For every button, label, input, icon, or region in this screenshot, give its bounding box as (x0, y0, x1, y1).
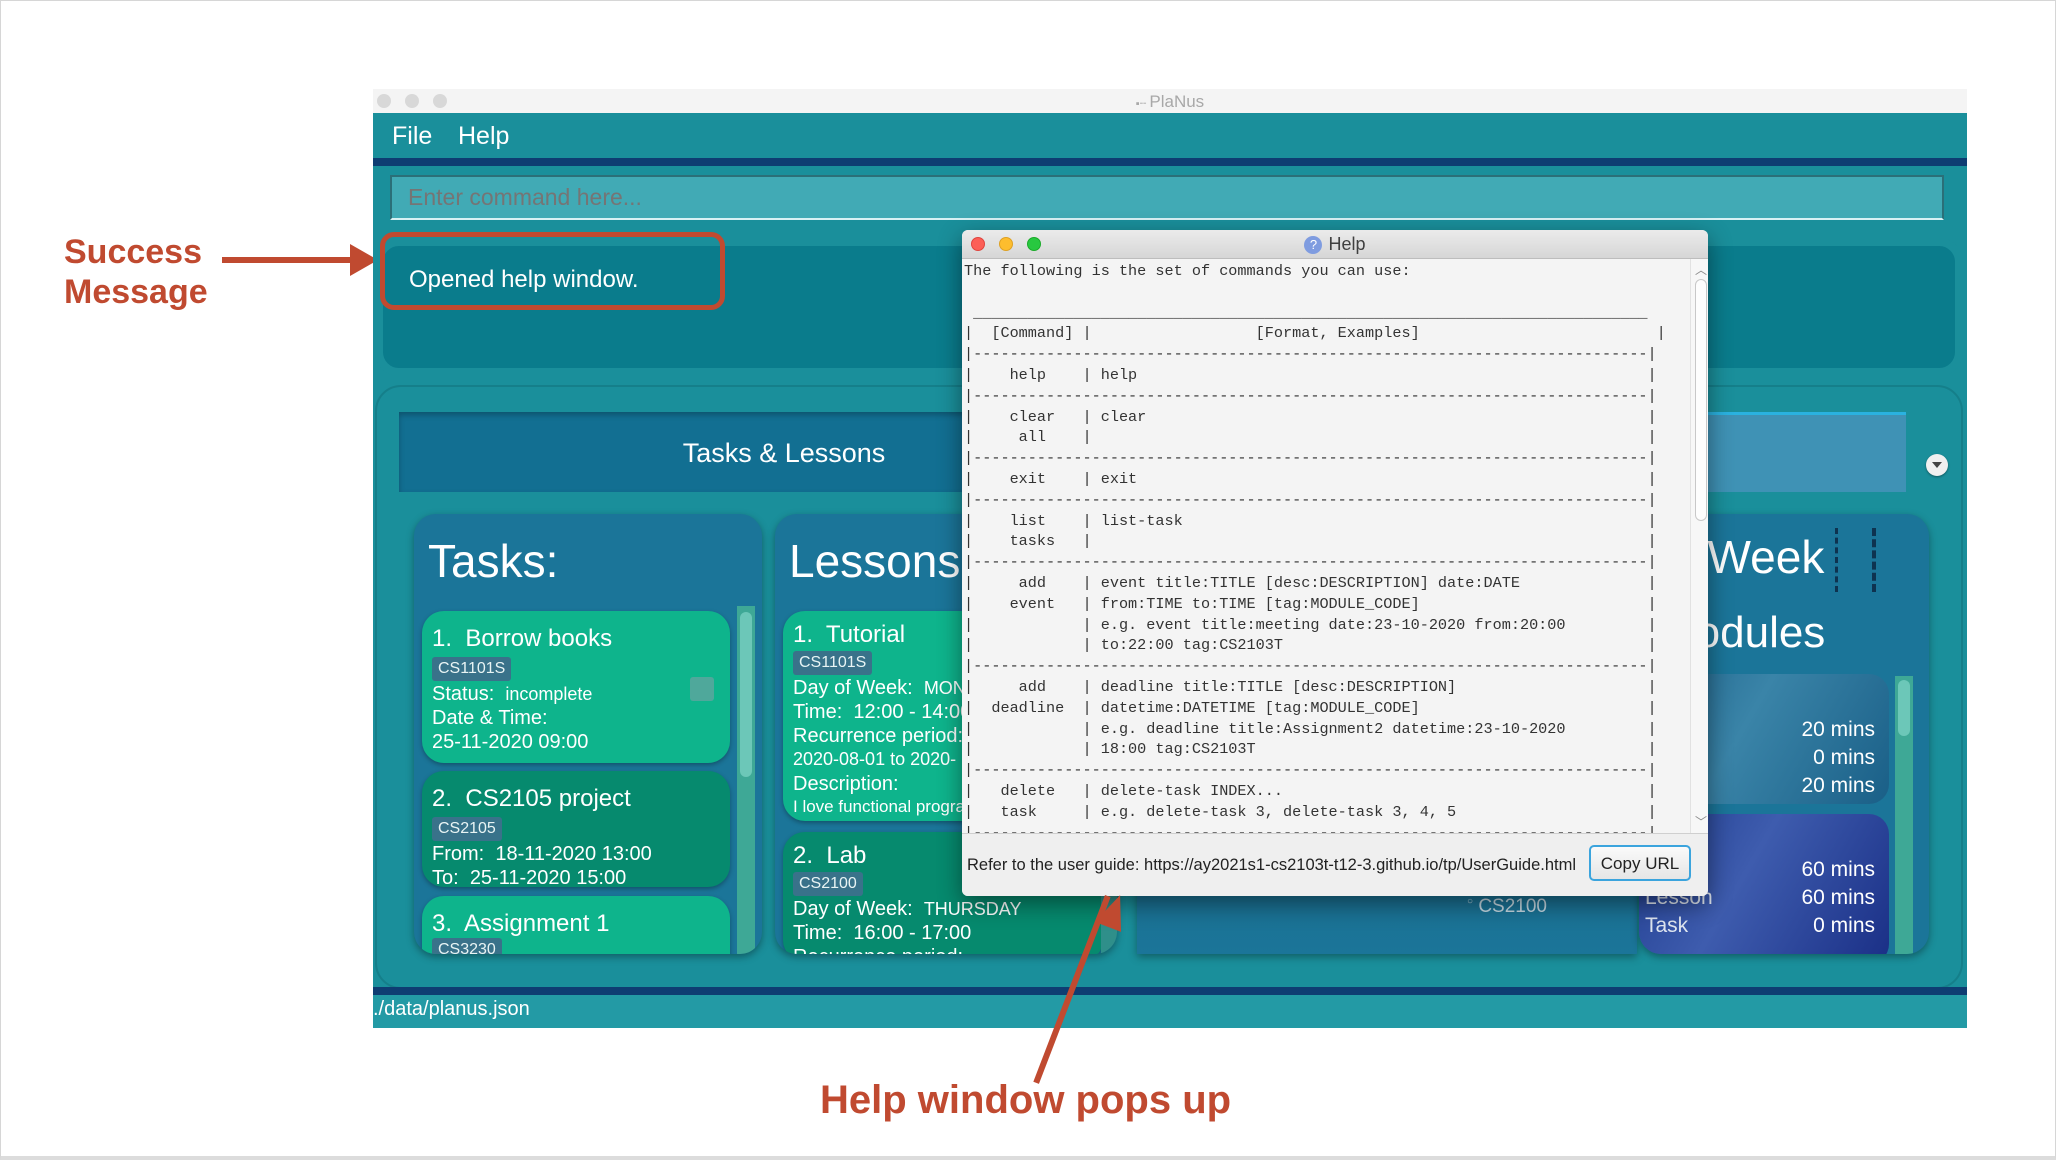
task-title: 1. Borrow books (432, 625, 613, 652)
scroll-down-icon[interactable]: ﹀ (1695, 813, 1707, 830)
menu-file[interactable]: File (392, 122, 432, 151)
task-datetime-label: Date & Time: (432, 707, 548, 729)
menu-help[interactable]: Help (458, 122, 509, 151)
lesson-title: 2. Lab (793, 842, 867, 869)
task-status: Status: incomplete (432, 683, 593, 705)
module-tag: CS2100 (793, 872, 863, 896)
lesson-title: 1. Tutorial (793, 621, 906, 648)
module-stat-value: 0 mins (1813, 914, 1875, 937)
annotation-line-2: Message (64, 273, 208, 311)
module-tag: CS2105 (432, 817, 502, 841)
window-title-text: PlaNus (1149, 92, 1205, 111)
task-datetime: 25-11-2020 09:00 (432, 731, 589, 753)
module-stat-value: 60 mins (1801, 858, 1875, 881)
divider (373, 158, 1967, 166)
help-titlebar: ? Help (962, 230, 1708, 259)
success-highlight-box (380, 232, 725, 310)
task-item[interactable]: 3. Assignment 1 CS3230 (422, 896, 730, 954)
tasks-scrollbar[interactable] (737, 606, 755, 954)
module-tag: CS3230 (432, 938, 502, 954)
modules-scroll-thumb[interactable] (1898, 680, 1910, 736)
task-from: From: 18-11-2020 13:00 (432, 843, 652, 865)
success-arrow-shaft (222, 257, 352, 263)
help-scrollbar[interactable]: ︿ ﹀ (1690, 259, 1708, 833)
lesson-recurrence-label: Recurrence period: (793, 725, 964, 747)
lesson-day: Day of Week: THURSDAY (793, 898, 1022, 920)
module-stat-value: 20 mins (1801, 718, 1875, 741)
help-question-icon: ? (1304, 236, 1323, 254)
scroll-up-icon[interactable]: ︿ (1695, 261, 1707, 278)
module-tag: CS1101S (793, 651, 873, 675)
module-stat-value: 0 mins (1813, 746, 1875, 769)
help-commands-text[interactable]: The following is the set of commands you… (962, 259, 1690, 833)
tasks-panel: Tasks: 1. Borrow books CS1101S Status: i… (414, 514, 762, 954)
module-stat-value: 20 mins (1801, 774, 1875, 797)
lesson-description: I love functional progra (793, 797, 965, 816)
module-stat-label: Task (1645, 914, 1689, 937)
copy-url-button[interactable]: Copy URL (1589, 845, 1691, 881)
task-done-checkbox[interactable] (690, 677, 714, 701)
help-scroll-thumb[interactable] (1695, 279, 1707, 521)
lesson-time: Time: 12:00 - 14:00 (793, 701, 972, 723)
task-item[interactable]: 2. CS2105 project CS2105 From: 18-11-202… (422, 771, 730, 889)
chart-legend-item: ○ CS2100 (1467, 896, 1547, 917)
help-commands-table: The following is the set of commands you… (964, 262, 1666, 833)
divider (373, 987, 1967, 995)
task-to: To: 25-11-2020 15:00 (432, 867, 627, 889)
command-box-area (373, 166, 1967, 238)
stats-legend-icon (1835, 528, 1876, 592)
module-tag: CS1101S (432, 657, 512, 681)
app-icon: ▪╌ (1135, 98, 1150, 110)
success-message-annotation: Success Message (64, 232, 208, 312)
menu-bar: File Help (373, 113, 1967, 158)
help-footer: Refer to the user guide: https://ay2021s… (962, 833, 1708, 896)
command-input[interactable] (390, 175, 1944, 220)
tab-dropdown-icon[interactable] (1926, 454, 1948, 476)
status-bar: ./data/planus.json (373, 995, 1967, 1028)
lesson-description-label: Description: (793, 773, 899, 795)
status-bar-filepath: ./data/planus.json (373, 998, 530, 1020)
tasks-title: Tasks: (428, 535, 559, 587)
lesson-recurrence-label: Recurrence period: (793, 946, 963, 954)
help-window-title: ? Help (962, 234, 1708, 255)
window-titlebar: ▪╌ PlaNus (373, 89, 1967, 113)
window-title: ▪╌ PlaNus (373, 92, 1967, 112)
help-window-annotation: Help window pops up (820, 1078, 1232, 1122)
help-window: ? Help The following is the set of comman… (962, 230, 1708, 896)
legend-bullet-icon: ○ (1467, 896, 1474, 907)
user-guide-text: Refer to the user guide: https://ay2021s… (967, 856, 1577, 874)
tasks-scroll-thumb[interactable] (740, 612, 752, 777)
annotation-line-1: Success (64, 233, 202, 271)
task-item[interactable]: 1. Borrow books CS1101S Status: incomple… (422, 611, 730, 763)
module-stat-value: 60 mins (1801, 886, 1875, 909)
lessons-title: Lessons: (789, 535, 974, 587)
modules-scrollbar[interactable] (1895, 676, 1913, 954)
lesson-time: Time: 16:00 - 17:00 (793, 922, 972, 944)
task-title: 3. Assignment 1 (432, 910, 610, 937)
lesson-recurrence: 2020-08-01 to 2020- (793, 749, 957, 769)
task-title: 2. CS2105 project (432, 785, 631, 812)
